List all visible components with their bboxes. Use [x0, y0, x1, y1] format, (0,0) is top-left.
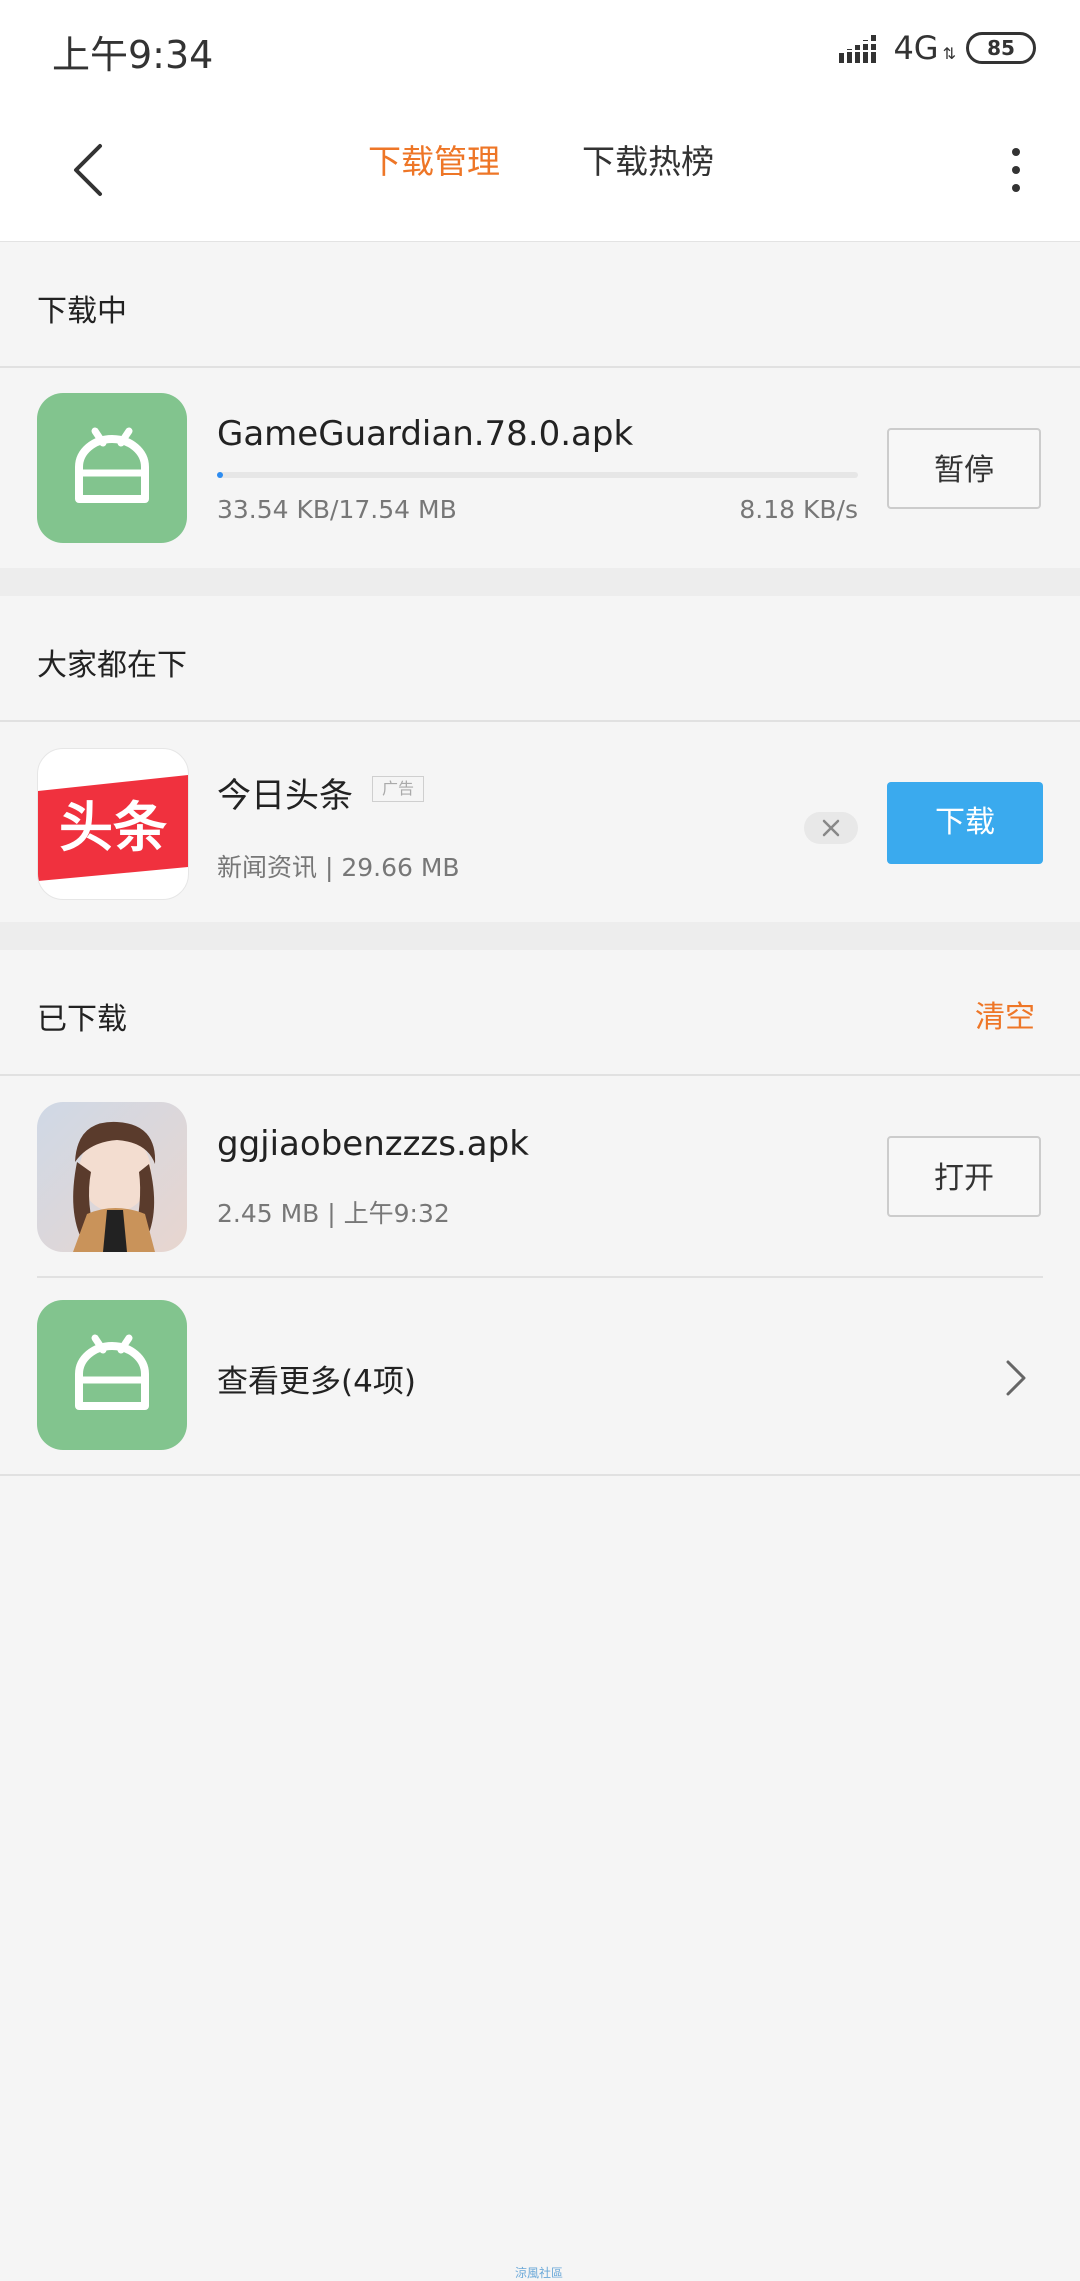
status-bar: 上午9:34 4G ⇅ 85 — [0, 0, 1080, 96]
section-popular: 大家都在下 — [0, 596, 1080, 722]
toutiao-app-icon[interactable]: 头条 — [37, 748, 189, 900]
download-progress-fill — [217, 472, 224, 478]
pause-button[interactable]: 暂停 — [887, 428, 1041, 509]
android-package-icon — [37, 1300, 187, 1450]
tab-download-manager[interactable]: 下载管理 — [368, 140, 500, 184]
download-file-name: GameGuardian.78.0.apk — [217, 414, 634, 454]
status-indicators: 4G ⇅ 85 — [839, 28, 1036, 68]
popular-app-meta: 新闻资讯 | 29.66 MB — [217, 853, 460, 882]
list-bottom-divider — [0, 1474, 1080, 1476]
section-downloaded: 已下载 清空 — [0, 950, 1080, 1076]
downloaded-file-name: ggjiaobenzzzs.apk — [217, 1124, 529, 1164]
download-button[interactable]: 下载 — [887, 782, 1043, 864]
network-type: 4G — [893, 29, 939, 67]
section-divider — [0, 922, 1080, 950]
clear-button[interactable]: 清空 — [975, 992, 1035, 1036]
top-bar: 下载管理 下载热榜 — [0, 96, 1080, 243]
network-activity-icon: ⇅ — [942, 43, 956, 63]
section-title-popular: 大家都在下 — [37, 648, 187, 683]
downloaded-file-meta: 2.45 MB | 上午9:32 — [217, 1199, 450, 1228]
android-package-icon — [37, 393, 187, 543]
signal-strength-icon — [839, 35, 877, 63]
watermark: 涼風社區 — [515, 2266, 564, 2280]
battery-icon: 85 — [966, 32, 1036, 64]
popular-app-name: 今日头条 — [217, 776, 353, 816]
view-more-label[interactable]: 查看更多(4项) — [217, 1356, 416, 1401]
section-title-downloaded: 已下载 — [37, 1002, 127, 1037]
dismiss-icon[interactable] — [804, 812, 858, 844]
ad-badge: 广告 — [372, 776, 424, 802]
section-title-downloading: 下载中 — [37, 294, 127, 329]
chevron-right-icon[interactable] — [1000, 1358, 1030, 1398]
toutiao-icon-text: 头条 — [59, 796, 167, 859]
section-divider — [0, 568, 1080, 596]
tab-download-ranking[interactable]: 下载热榜 — [582, 140, 714, 184]
download-speed: 8.18 KB/s — [739, 495, 858, 524]
open-button[interactable]: 打开 — [887, 1136, 1041, 1217]
downloaded-app-thumbnail — [37, 1102, 187, 1252]
section-downloading: 下载中 — [0, 242, 1080, 368]
back-icon[interactable] — [60, 140, 120, 200]
more-options-icon[interactable] — [996, 140, 1036, 200]
status-time: 上午9:34 — [52, 33, 214, 77]
download-progress-bar — [217, 472, 858, 478]
download-size-progress: 33.54 KB/17.54 MB — [217, 495, 457, 524]
